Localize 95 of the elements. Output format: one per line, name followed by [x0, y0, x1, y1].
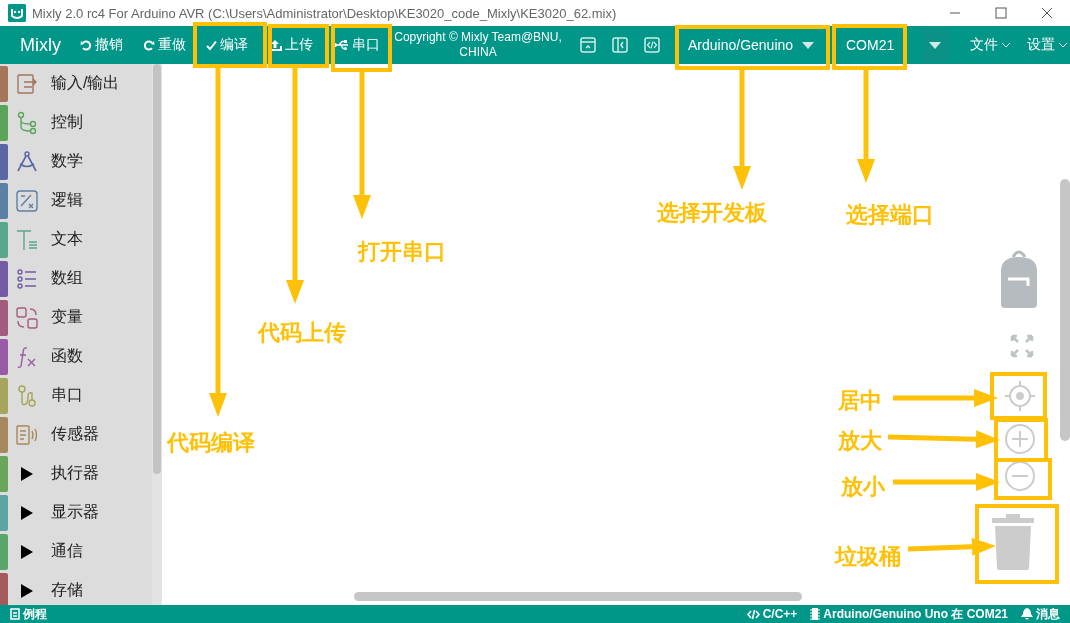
redo-button[interactable]: 重做 — [143, 32, 186, 58]
expand-triangle-icon — [21, 544, 33, 559]
category-item[interactable]: 文本 — [0, 220, 152, 259]
category-label: 通信 — [51, 541, 83, 561]
undo-icon — [80, 39, 92, 51]
category-label: 函数 — [51, 346, 83, 366]
category-item[interactable]: 串口 — [0, 376, 152, 415]
menu-button[interactable]: 设置 — [1027, 32, 1068, 58]
category-item[interactable]: 传感器 — [0, 415, 152, 454]
fullscreen-icon[interactable] — [1010, 334, 1034, 358]
callout-label: 放大 — [838, 427, 882, 455]
category-label: 显示器 — [51, 502, 99, 522]
category-label: 数学 — [51, 151, 83, 171]
category-label: 传感器 — [51, 424, 99, 444]
scrollbar-thumb[interactable] — [1060, 179, 1070, 441]
app-logo-icon — [8, 4, 26, 22]
category-item[interactable]: 数学 — [0, 142, 152, 181]
category-label: 逻辑 — [51, 190, 83, 210]
serial-button[interactable]: 串口 — [333, 32, 380, 58]
code-icon — [746, 608, 760, 620]
usb-icon — [333, 40, 349, 50]
chevron-down-icon — [1001, 42, 1011, 48]
category-label: 输入/输出 — [51, 73, 120, 93]
category-label: 控制 — [51, 112, 83, 132]
bell-icon — [1021, 608, 1033, 620]
serial-icon — [15, 383, 39, 408]
callout-label: 选择开发板 — [657, 199, 767, 227]
category-item[interactable]: 通信 — [0, 532, 152, 571]
highlight-box — [268, 24, 329, 68]
copyright-text: Copyright © Mixly Team@BNU, CHINA — [393, 30, 563, 60]
caret-icon — [802, 41, 814, 49]
callout-label: 垃圾桶 — [835, 543, 901, 571]
chevron-down-icon — [1058, 42, 1068, 48]
category-item[interactable]: 变量 — [0, 298, 152, 337]
highlight-box — [331, 24, 392, 72]
scrollbar-thumb[interactable] — [153, 64, 161, 474]
list-icon — [15, 266, 39, 291]
category-item[interactable]: 输入/输出 — [0, 64, 152, 103]
panel-icon[interactable] — [580, 37, 596, 53]
check-icon — [206, 39, 217, 51]
expand-triangle-icon — [21, 466, 33, 481]
category-item[interactable]: 函数 — [0, 337, 152, 376]
callout-label: 放小 — [841, 473, 885, 501]
status-item[interactable]: C/C++ — [746, 605, 798, 623]
callout-label: 代码编译 — [167, 429, 255, 457]
callout-label: 居中 — [838, 387, 882, 415]
status-item[interactable]: Arduino/Genuino Uno 在 COM21 — [810, 605, 1008, 623]
highlight-box — [990, 372, 1047, 420]
zoom-in-icon[interactable] — [1004, 423, 1036, 455]
menu-button[interactable]: 文件 — [970, 32, 1011, 58]
category-item[interactable]: 数组 — [0, 259, 152, 298]
examples-button[interactable]: 例程 — [10, 605, 47, 623]
caret-icon — [929, 41, 941, 49]
highlight-box — [994, 458, 1052, 500]
variable-icon — [15, 305, 39, 330]
expand-triangle-icon — [21, 583, 33, 598]
category-item[interactable]: 控制 — [0, 103, 152, 142]
status-item[interactable]: 消息 — [1021, 605, 1060, 623]
text-icon — [15, 227, 39, 252]
sidebar-toggle-icon[interactable] — [612, 37, 628, 53]
zoom-out-icon[interactable] — [1004, 460, 1036, 492]
compass-icon — [15, 149, 39, 174]
scrollbar-thumb[interactable] — [354, 592, 802, 601]
app-logo: Mixly — [20, 34, 61, 56]
dropdown-button[interactable] — [922, 28, 948, 62]
window-title: Mixly 2.0 rc4 For Arduino AVR (C:\Users\Administrator\Desktop\KE3020_code_Mixly\KE3020_62.mix) — [32, 5, 618, 21]
chip-icon — [810, 608, 821, 620]
logic-icon — [15, 188, 39, 213]
category-label: 变量 — [51, 307, 83, 327]
sensor-icon — [15, 422, 39, 447]
trash-icon[interactable] — [992, 514, 1034, 570]
callout-label: 选择端口 — [846, 201, 934, 229]
category-item[interactable]: 存储 — [0, 571, 152, 605]
close-icon[interactable] — [1041, 7, 1053, 19]
category-label: 存储 — [51, 580, 83, 600]
compile-button[interactable]: 编译 — [206, 32, 248, 58]
branch-icon — [15, 110, 39, 135]
category-item[interactable]: 逻辑 — [0, 181, 152, 220]
import-icon — [15, 71, 39, 96]
category-label: 执行器 — [51, 463, 99, 483]
callout-label: 代码上传 — [258, 319, 346, 347]
code-icon[interactable] — [644, 37, 660, 53]
category-item[interactable]: 执行器 — [0, 454, 152, 493]
upload-button[interactable]: 上传 — [268, 32, 313, 58]
undo-button[interactable]: 撤销 — [80, 32, 123, 58]
category-label: 数组 — [51, 268, 83, 288]
document-icon — [10, 608, 20, 620]
category-item[interactable]: 显示器 — [0, 493, 152, 532]
callout-label: 打开串口 — [358, 238, 446, 266]
category-label: 串口 — [51, 385, 83, 405]
maximize-icon[interactable] — [995, 7, 1007, 19]
redo-icon — [143, 39, 155, 51]
category-label: 文本 — [51, 229, 83, 249]
expand-triangle-icon — [21, 505, 33, 520]
target-icon[interactable] — [1004, 380, 1036, 412]
